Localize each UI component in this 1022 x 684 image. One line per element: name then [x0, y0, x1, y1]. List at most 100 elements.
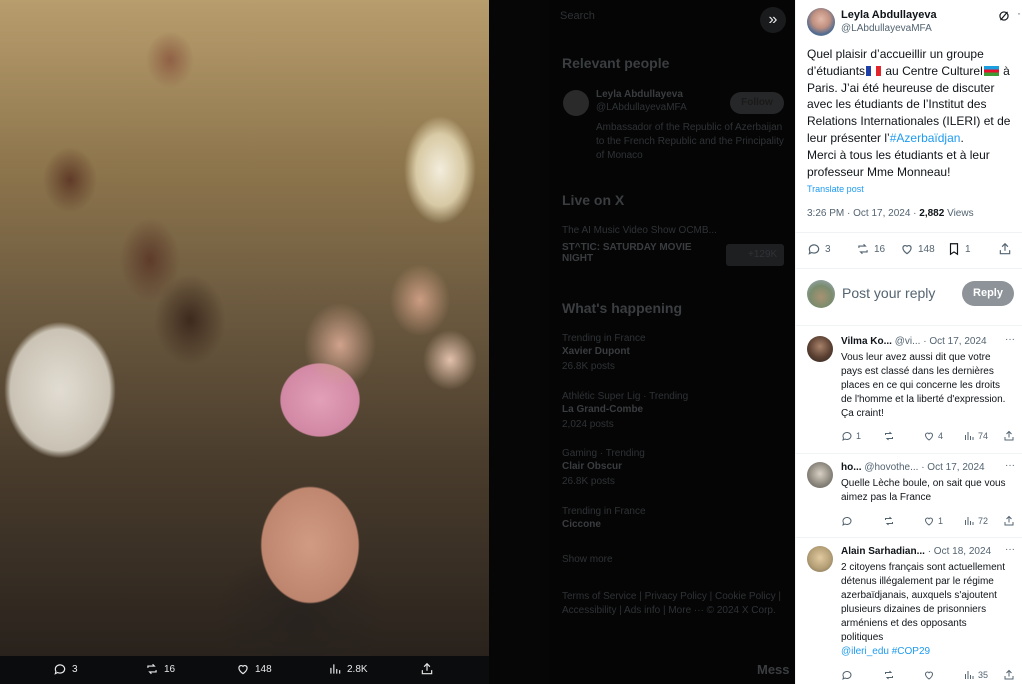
bar-chart-icon: [330, 664, 341, 674]
reply-item[interactable]: Alain Sarhadian... · Oct 18, 2024 ··· 2 …: [796, 538, 1022, 684]
share-button[interactable]: [998, 242, 1012, 256]
share-button[interactable]: [1003, 515, 1015, 527]
background-person-handle: @LAbdullayevaMFA: [596, 102, 687, 113]
trend-name: Clair Obscur: [562, 461, 623, 472]
trend-posts: 26.8K posts: [562, 476, 615, 487]
media-reply-button[interactable]: 3: [53, 662, 78, 676]
trend-name: La Grand-Combe: [562, 404, 644, 415]
background-search: Search: [560, 10, 595, 22]
heart-icon: [238, 665, 248, 675]
trend-context: Athlétic Super Lig · Trending: [562, 391, 689, 402]
like-count: 1: [938, 516, 944, 526]
reply-item[interactable]: Vilma Ko... @vi... · Oct 17, 2024 ··· Vo…: [796, 326, 1022, 453]
tweet-text-part: Merci à tous les étudiants et à leur pro…: [807, 147, 990, 179]
background-avatar: [563, 90, 589, 116]
like-count: 148: [918, 243, 935, 255]
reply-text: Vous leur avez aussi dit que votre pays …: [841, 352, 1006, 419]
happening-heading: What's happening: [562, 300, 682, 316]
translate-post-link[interactable]: Translate post: [807, 184, 864, 194]
tweet-time[interactable]: 3:26 PM · Oct 17, 2024 ·: [807, 208, 919, 219]
messages-label: Mess: [757, 662, 790, 677]
repost-button[interactable]: [883, 515, 895, 527]
like-button[interactable]: 148: [900, 242, 935, 256]
views-button[interactable]: 74: [963, 430, 988, 442]
more-options-icon[interactable]: ···: [1005, 544, 1015, 555]
more-options-icon[interactable]: ···: [1005, 460, 1015, 471]
trend-posts: 26.8K posts: [562, 361, 615, 372]
heart-icon: [902, 245, 912, 255]
reply-input[interactable]: Post your reply: [842, 285, 935, 301]
views-count: 72: [978, 516, 989, 526]
bookmark-count: 1: [965, 243, 971, 255]
like-button[interactable]: 1: [923, 515, 943, 527]
heart-icon: [924, 671, 934, 680]
divider: [796, 268, 1022, 269]
reply-author-name[interactable]: ho...: [841, 462, 862, 473]
trend-context: Trending in France: [562, 506, 646, 517]
avatar[interactable]: [807, 462, 833, 488]
views-button[interactable]: 35: [963, 669, 988, 681]
author-name[interactable]: Leyla Abdullayeva: [841, 9, 937, 21]
media-views-button[interactable]: 2.8K: [328, 662, 368, 676]
reply-actions: 35: [841, 669, 1016, 683]
reply-author-handle[interactable]: @vi...: [895, 336, 921, 347]
chevrons-right-icon[interactable]: »: [760, 7, 786, 33]
media-repost-button[interactable]: 16: [145, 662, 175, 676]
reply-icon: [842, 516, 852, 526]
background-follow-button: Follow: [730, 92, 784, 114]
reply-mentions-link[interactable]: @ileri_edu #COP29: [841, 646, 930, 657]
media-share-button[interactable]: [420, 662, 434, 676]
reply-count: 3: [825, 243, 831, 255]
bar-chart-icon: [965, 517, 974, 525]
reply-button[interactable]: 3: [807, 242, 831, 256]
more-options-icon[interactable]: ···: [1017, 6, 1022, 20]
bookmark-button[interactable]: 1: [947, 242, 971, 256]
share-button[interactable]: [1003, 669, 1015, 681]
footer-links: Terms of Service | Privacy Policy | Cook…: [562, 591, 781, 616]
repost-button[interactable]: [883, 430, 895, 442]
like-button[interactable]: 4: [923, 430, 943, 442]
tweet-meta: 3:26 PM · Oct 17, 2024 · 2,882 Views: [807, 208, 974, 219]
reply-author-name[interactable]: Alain Sarhadian...: [841, 546, 925, 557]
media-viewer: Search Relevant people Leyla Abdullayeva…: [0, 0, 1022, 684]
reply-author-handle[interactable]: @hovothe...: [864, 462, 918, 473]
live-title: ST^TIC: SATURDAY MOVIE NIGHT: [562, 242, 692, 264]
reply-author-name[interactable]: Vilma Ko...: [841, 336, 892, 347]
reply-text: 2 citoyens français sont actuellement dé…: [841, 561, 1011, 659]
like-button[interactable]: [923, 669, 935, 681]
reply-header: Alain Sarhadian... · Oct 18, 2024: [841, 546, 1016, 557]
trend-name: Xavier Dupont: [562, 346, 630, 357]
tweet-text: Quel plaisir d’accueillir un groupe d’ét…: [807, 46, 1017, 180]
media-repost-count: 16: [164, 663, 176, 675]
share-icon: [1004, 515, 1014, 526]
more-options-icon[interactable]: ···: [1005, 334, 1015, 345]
reply-date[interactable]: · Oct 17, 2024: [923, 336, 986, 347]
reply-button[interactable]: [841, 515, 853, 527]
reply-button[interactable]: [841, 669, 853, 681]
dimmed-column: [489, 0, 549, 684]
avatar[interactable]: [807, 8, 835, 36]
media-like-button[interactable]: 148: [236, 662, 272, 676]
repost-button[interactable]: [883, 669, 895, 681]
share-button[interactable]: [1003, 430, 1015, 442]
hashtag-link[interactable]: #Azerbaïdjan: [890, 131, 961, 145]
trend-posts: 2,024 posts: [562, 419, 614, 430]
avatar[interactable]: [807, 336, 833, 362]
author-handle[interactable]: @LAbdullayevaMFA: [841, 23, 932, 34]
tweet-detail-panel: Leyla Abdullayeva @LAbdullayevaMFA ··· Q…: [795, 0, 1022, 684]
reply-composer: Post your reply Reply: [807, 280, 1017, 308]
reply-text: Quelle Lèche boule, on sait que vous aim…: [841, 478, 1006, 503]
reply-date[interactable]: · Oct 18, 2024: [928, 546, 991, 557]
media-like-count: 148: [255, 663, 272, 675]
repost-button[interactable]: 16: [856, 242, 885, 256]
reply-actions: 1 72: [841, 515, 1016, 529]
reply-item[interactable]: ho... @hovothe... · Oct 17, 2024 ··· Que…: [796, 454, 1022, 537]
reply-header: Vilma Ko... @vi... · Oct 17, 2024: [841, 336, 1016, 347]
reply-button[interactable]: 1: [841, 430, 861, 442]
reply-submit-button[interactable]: Reply: [962, 281, 1014, 306]
reply-text-body: 2 citoyens français sont actuellement dé…: [841, 562, 1005, 643]
views-button[interactable]: 72: [963, 515, 988, 527]
reply-date[interactable]: · Oct 17, 2024: [921, 462, 984, 473]
grok-icon[interactable]: [997, 9, 1011, 23]
avatar[interactable]: [807, 546, 833, 572]
